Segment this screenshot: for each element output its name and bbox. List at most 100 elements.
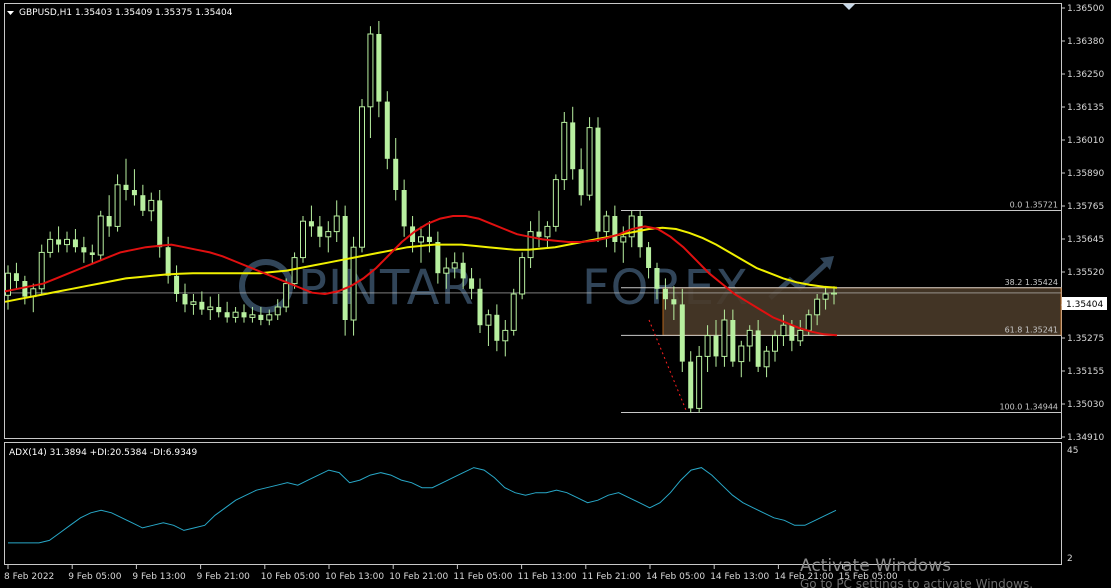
price-tick-label: 1.36250 (1067, 70, 1104, 80)
candle-body-bull (333, 215, 340, 233)
chart-canvas: PINTAR FOREX 0.0 1.3572138.2 1.3542461.8… (4, 3, 1107, 588)
candle (56, 226, 62, 253)
candle-body-bear (22, 281, 28, 297)
candle-body-bear (469, 278, 475, 289)
time-tick-label: 9 Feb 05:00 (68, 572, 122, 582)
candle-body-bull (418, 236, 424, 243)
candle (300, 216, 306, 263)
candle (317, 216, 323, 248)
candle (477, 278, 483, 333)
candle (216, 294, 222, 318)
candle (393, 138, 399, 201)
candle (603, 210, 610, 248)
candle-body-bear (224, 312, 230, 318)
candle-body-bear (393, 158, 399, 190)
candle-body-bull (805, 314, 812, 331)
candle-body-bear (317, 226, 323, 237)
candle (552, 174, 559, 232)
candle (738, 340, 745, 378)
price-tick-label: 1.36135 (1067, 103, 1104, 113)
candle (426, 221, 432, 253)
candle (485, 309, 492, 346)
candle (359, 99, 365, 253)
candle (544, 221, 551, 248)
time-tick-label: 10 Feb 05:00 (261, 572, 320, 582)
candle-body-bull (300, 220, 306, 259)
candle (333, 200, 340, 242)
candle-body-bear (426, 236, 432, 242)
candle-body-bull (704, 335, 711, 357)
candle (72, 229, 78, 253)
candle-body-bear (376, 34, 382, 102)
candle-body-bear (199, 301, 205, 310)
activate-windows-title: Activate Windows (800, 556, 951, 576)
candle (157, 190, 163, 258)
candle-body-bull (485, 314, 492, 326)
time-tick-label: 11 Feb 21:00 (582, 572, 641, 582)
candle (131, 169, 137, 206)
candle (224, 301, 230, 323)
candle-body-bear (646, 247, 652, 268)
candle-body-bull (207, 306, 214, 311)
candle-body-bear (131, 190, 137, 196)
time-tick-label: 11 Feb 05:00 (453, 572, 512, 582)
triangle-down-icon[interactable] (7, 11, 14, 15)
candle (89, 244, 95, 263)
candle (64, 231, 70, 253)
fib-level-label: 38.2 1.35424 (1005, 278, 1058, 287)
adx-scale-min: 2 (1067, 554, 1073, 564)
time-tick-label: 10 Feb 21:00 (389, 572, 448, 582)
candle-body-bear (258, 314, 264, 320)
adx-label: ADX(14) 31.3894 +DI:20.5384 -DI:6.9349 (9, 448, 198, 458)
candle-body-bear (216, 307, 222, 313)
candle (536, 210, 542, 248)
candle-body-bear (688, 361, 694, 409)
candle-body-bull (822, 293, 829, 300)
candle-body-bear (595, 127, 601, 232)
candle-body-bull (519, 257, 526, 295)
candle-body-bull (443, 267, 450, 274)
candle (519, 252, 526, 300)
candle (510, 288, 517, 336)
candle-body-bull (190, 301, 197, 305)
main-panel-border (4, 3, 1062, 439)
candle-body-bear (308, 221, 314, 227)
candle (5, 265, 11, 310)
adx-line (8, 467, 837, 544)
candle-body-bear (789, 325, 795, 341)
candle (140, 184, 146, 216)
candle (696, 346, 703, 413)
price-tick-label: 1.35520 (1067, 268, 1104, 278)
candle-body-bull (527, 231, 534, 259)
candle (106, 195, 112, 237)
candle (595, 117, 601, 242)
candle (367, 26, 374, 138)
time-tick-label: 9 Feb 21:00 (197, 572, 251, 582)
candle-body-bear (578, 169, 584, 196)
scroll-marker-icon[interactable] (843, 4, 855, 10)
candle (190, 294, 197, 315)
candle-body-bear (662, 288, 668, 300)
candle-body-bull (814, 298, 821, 316)
candle (637, 210, 643, 258)
candle-body-bear (713, 335, 719, 357)
candle (586, 117, 593, 201)
candle-body-bull (746, 329, 753, 347)
candle (13, 262, 19, 289)
price-tick-label: 1.35645 (1067, 235, 1104, 245)
price-tick-label: 1.36010 (1067, 136, 1104, 146)
price-tick-label: 1.35890 (1067, 169, 1104, 179)
candle-body-bear (654, 268, 660, 289)
candle (81, 236, 87, 263)
time-tick-label: 14 Feb 13:00 (710, 572, 769, 582)
candle-body-bull (696, 355, 703, 409)
candle (376, 21, 382, 118)
candle (612, 205, 618, 253)
candle (30, 283, 37, 313)
candle-body-bear (730, 320, 736, 362)
candle-body-bear (401, 190, 407, 227)
candle (199, 291, 205, 315)
candle (232, 307, 239, 323)
candle-body-bull (325, 231, 332, 238)
time-tick-label: 8 Feb 2022 (4, 572, 54, 582)
